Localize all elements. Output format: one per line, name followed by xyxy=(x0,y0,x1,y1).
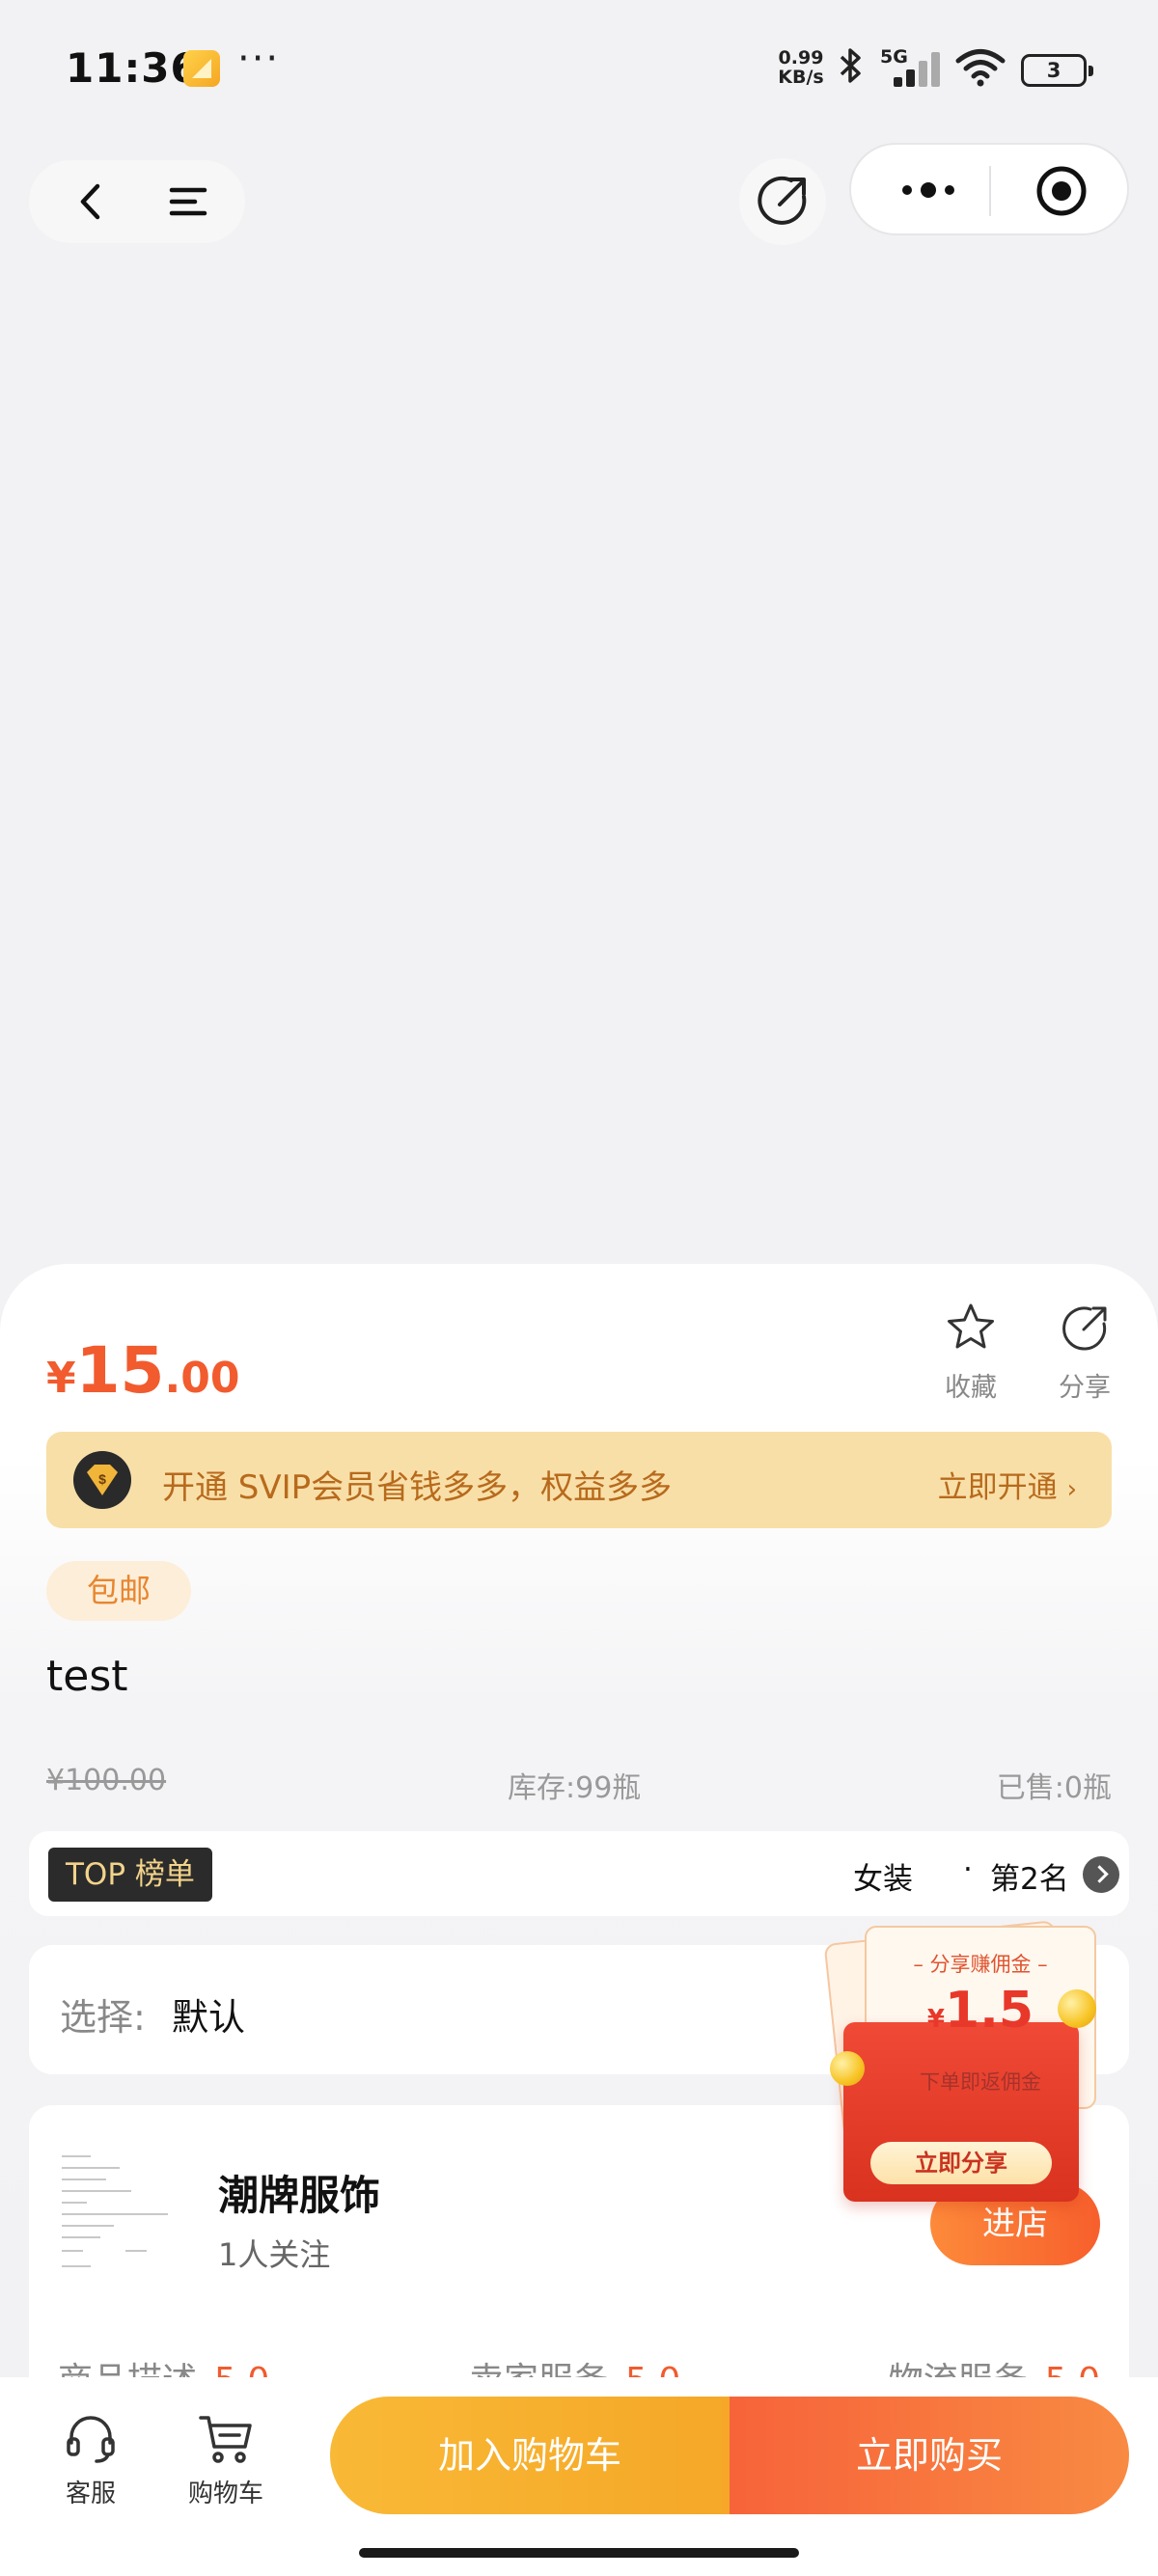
commission-subtitle: 下单即返佣金 xyxy=(920,2070,1041,2094)
stock-count: 库存:99瓶 xyxy=(508,1771,642,1805)
signal-icon xyxy=(894,50,944,87)
net-speed-value: 0.99 xyxy=(778,47,824,69)
commission-title: – 分享赚佣金 – xyxy=(913,1953,1048,1976)
menu-icon[interactable] xyxy=(164,178,212,226)
net-speed-unit: KB/s xyxy=(778,67,824,88)
customer-service-label: 客服 xyxy=(65,2480,116,2508)
price-integer: 15 xyxy=(75,1333,165,1408)
wifi-icon xyxy=(955,48,1006,87)
svip-cta-label: 立即开通 xyxy=(937,1470,1058,1505)
add-to-cart-button[interactable]: 加入购物车 xyxy=(330,2397,730,2514)
cart-label: 购物车 xyxy=(187,2480,263,2508)
customer-service-button[interactable]: 客服 xyxy=(50,2410,131,2509)
chevron-right-icon: › xyxy=(1066,1475,1077,1504)
share-label: 分享 xyxy=(1059,1373,1111,1403)
share-icon xyxy=(1062,1306,1107,1351)
spec-selector-label: 选择: xyxy=(60,1996,146,2039)
cart-button[interactable]: 购物车 xyxy=(179,2410,272,2509)
svip-banner[interactable]: $ 开通 SVIP会员省钱多多，权益多多 立即开通 › xyxy=(46,1432,1112,1528)
svip-cta[interactable]: 立即开通 › xyxy=(938,1463,1077,1506)
miniprogram-capsule xyxy=(849,143,1129,235)
commission-currency: ¥ xyxy=(926,2005,945,2034)
more-dots-icon[interactable] xyxy=(890,166,967,214)
top-ranking-badge: TOP 榜单 xyxy=(48,1848,212,1902)
ranking-bar[interactable]: TOP 榜单 女装 · 第2名 xyxy=(29,1831,1129,1916)
notification-app-icon xyxy=(183,50,220,87)
product-price: ¥15.00 xyxy=(46,1333,239,1408)
net-speed: 0.99 KB/s xyxy=(774,48,828,87)
svg-text:$: $ xyxy=(98,1471,106,1487)
chevron-right-circle-icon[interactable] xyxy=(1083,1856,1119,1893)
shop-logo xyxy=(58,2150,179,2281)
price-decimal: .00 xyxy=(164,1354,240,1403)
original-price: ¥100.00 xyxy=(46,1764,167,1797)
product-stats: ¥100.00 库存:99瓶 已售:0瓶 xyxy=(46,1764,1112,1806)
coin-icon xyxy=(830,2051,865,2086)
status-more-icon: ··· xyxy=(237,37,281,81)
nav-capsule-left xyxy=(29,160,245,243)
free-shipping-tag: 包邮 xyxy=(46,1561,191,1621)
capsule-divider xyxy=(989,166,991,216)
favorite-button[interactable]: 收藏 xyxy=(934,1301,1007,1404)
shop-name: 潮牌服饰 xyxy=(218,2172,381,2219)
price-currency: ¥ xyxy=(46,1354,76,1403)
bluetooth-icon xyxy=(836,46,865,94)
buy-now-button[interactable]: 立即购买 xyxy=(730,2397,1129,2514)
share-arrow-icon[interactable] xyxy=(739,158,826,245)
cart-icon xyxy=(199,2416,252,2463)
share-now-button[interactable]: 立即分享 xyxy=(870,2142,1052,2184)
product-info-sheet: ¥15.00 收藏 分享 $ 开通 SVIP会员省钱多多，权益多多 立即开通 › … xyxy=(0,1264,1158,2414)
shop-followers: 1人关注 xyxy=(218,2236,331,2273)
sold-count: 已售:0瓶 xyxy=(996,1771,1112,1805)
close-target-icon[interactable] xyxy=(1034,164,1089,218)
bottom-action-bar: 客服 购物车 加入购物车 立即购买 xyxy=(0,2377,1158,2576)
ranking-category: 女装 xyxy=(853,1862,913,1897)
home-indicator[interactable] xyxy=(359,2548,799,2558)
favorite-label: 收藏 xyxy=(945,1373,997,1403)
status-time: 11:36 xyxy=(66,44,200,92)
spec-selector-value: 默认 xyxy=(172,1996,246,2039)
commission-amount: ¥1.5 xyxy=(865,1982,1096,2040)
share-commission-widget[interactable]: – 分享赚佣金 – ¥1.5 下单即返佣金 立即分享 xyxy=(820,1920,1100,2215)
status-bar: 11:36 ··· 0.99 KB/s 5G 3 xyxy=(0,0,1158,135)
svip-diamond-icon: $ xyxy=(73,1451,131,1509)
share-button[interactable]: 分享 xyxy=(1048,1301,1121,1404)
headset-icon xyxy=(67,2416,115,2463)
star-icon xyxy=(948,1303,994,1349)
commission-value: 1.5 xyxy=(944,1982,1034,2040)
svip-text: 开通 SVIP会员省钱多多，权益多多 xyxy=(162,1468,673,1507)
product-title: test xyxy=(46,1652,128,1701)
battery-icon: 3 xyxy=(1021,54,1093,87)
ranking-position: 第2名 xyxy=(990,1862,1069,1897)
back-icon[interactable] xyxy=(68,178,116,226)
